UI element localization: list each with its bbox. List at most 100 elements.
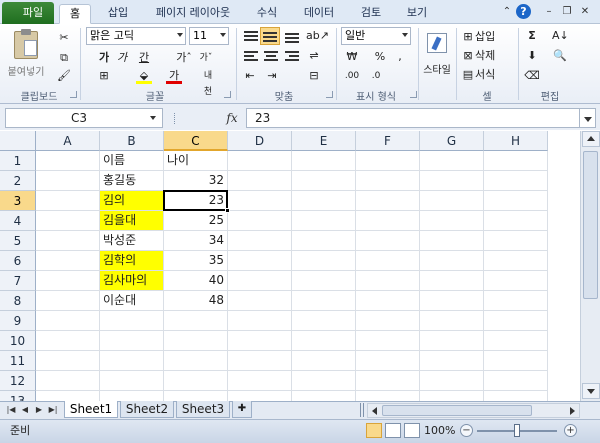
cell-a4[interactable] — [36, 211, 100, 231]
row-header-3[interactable]: 3 — [0, 191, 36, 211]
cell-a8[interactable] — [36, 291, 100, 311]
cell-d1[interactable] — [228, 151, 292, 171]
help-icon[interactable]: ? — [516, 4, 531, 19]
cut-icon[interactable]: ✂ — [56, 30, 72, 46]
cell-a9[interactable] — [36, 311, 100, 331]
cell-f10[interactable] — [356, 331, 420, 351]
cell-d3[interactable] — [228, 191, 292, 211]
cell-f4[interactable] — [356, 211, 420, 231]
underline-icon[interactable]: 간 — [136, 50, 152, 66]
clear-icon[interactable]: ⌫ — [524, 68, 540, 84]
paste-button[interactable]: 붙여넣기 — [6, 28, 46, 80]
horizontal-scrollbar[interactable] — [367, 403, 580, 418]
formula-bar-splitter[interactable] — [174, 113, 177, 124]
cell-b8[interactable]: 이순대 — [100, 291, 164, 311]
cell-e1[interactable] — [292, 151, 356, 171]
cell-c5[interactable]: 34 — [164, 231, 228, 251]
fill-color-icon[interactable]: ⬙ — [136, 68, 152, 84]
tab-data[interactable]: 데이터 — [294, 4, 344, 24]
cell-e2[interactable] — [292, 171, 356, 191]
tab-insert[interactable]: 삽입 — [98, 4, 138, 24]
prev-sheet-icon[interactable]: ◀ — [20, 404, 30, 416]
cell-a5[interactable] — [36, 231, 100, 251]
cell-a13[interactable] — [36, 391, 100, 401]
column-header-d[interactable]: D — [228, 131, 292, 151]
alignment-launcher-icon[interactable] — [326, 91, 333, 98]
cell-d12[interactable] — [228, 371, 292, 391]
row-header-9[interactable]: 9 — [0, 311, 36, 331]
cell-h10[interactable] — [484, 331, 548, 351]
align-top-icon[interactable] — [242, 30, 260, 44]
phonetic-icon[interactable]: 내천 — [200, 68, 216, 97]
cell-h6[interactable] — [484, 251, 548, 271]
cell-d6[interactable] — [228, 251, 292, 271]
cell-e13[interactable] — [292, 391, 356, 401]
cell-f5[interactable] — [356, 231, 420, 251]
cell-d7[interactable] — [228, 271, 292, 291]
cell-h13[interactable] — [484, 391, 548, 401]
h-scroll-thumb[interactable] — [382, 405, 532, 416]
cell-h11[interactable] — [484, 351, 548, 371]
cell-h2[interactable] — [484, 171, 548, 191]
wrap-text-icon[interactable]: ⇌ — [306, 48, 322, 64]
cell-g7[interactable] — [420, 271, 484, 291]
comma-style-icon[interactable]: , — [392, 49, 408, 65]
restore-icon[interactable]: ❐ — [560, 5, 574, 19]
cell-g6[interactable] — [420, 251, 484, 271]
vertical-scrollbar[interactable] — [580, 131, 600, 401]
zoom-slider-thumb[interactable] — [514, 424, 520, 437]
cell-b3[interactable]: 김의 — [100, 191, 164, 211]
cell-f1[interactable] — [356, 151, 420, 171]
cell-d2[interactable] — [228, 171, 292, 191]
select-all-button[interactable] — [0, 131, 36, 151]
cell-g2[interactable] — [420, 171, 484, 191]
insert-function-button[interactable]: fx — [222, 108, 242, 128]
cell-e7[interactable] — [292, 271, 356, 291]
cell-a2[interactable] — [36, 171, 100, 191]
cell-e6[interactable] — [292, 251, 356, 271]
cell-b10[interactable] — [100, 331, 164, 351]
cell-b7[interactable]: 김사마의 — [100, 271, 164, 291]
shrink-font-icon[interactable]: 가ˇ — [198, 50, 214, 66]
font-size-select[interactable]: 11 — [189, 27, 229, 45]
cell-c8[interactable]: 48 — [164, 291, 228, 311]
borders-icon[interactable]: ⊞ — [96, 68, 112, 84]
cell-a12[interactable] — [36, 371, 100, 391]
cell-c9[interactable] — [164, 311, 228, 331]
cell-e12[interactable] — [292, 371, 356, 391]
cell-h4[interactable] — [484, 211, 548, 231]
column-header-h[interactable]: H — [484, 131, 548, 151]
cell-a1[interactable] — [36, 151, 100, 171]
increase-decimal-icon[interactable]: .00 — [344, 68, 360, 84]
cell-c1[interactable]: 나이 — [164, 151, 228, 171]
cell-c12[interactable] — [164, 371, 228, 391]
cell-b13[interactable] — [100, 391, 164, 401]
cell-h8[interactable] — [484, 291, 548, 311]
row-header-1[interactable]: 1 — [0, 151, 36, 171]
cell-c7[interactable]: 40 — [164, 271, 228, 291]
zoom-out-button[interactable]: − — [460, 424, 473, 437]
cell-h12[interactable] — [484, 371, 548, 391]
insert-sheet-icon[interactable]: ✚ — [232, 401, 252, 418]
row-header-5[interactable]: 5 — [0, 231, 36, 251]
number-launcher-icon[interactable] — [410, 91, 417, 98]
sheet-tab-sheet1[interactable]: Sheet1 — [64, 401, 118, 418]
cell-c11[interactable] — [164, 351, 228, 371]
cell-e9[interactable] — [292, 311, 356, 331]
cell-g11[interactable] — [420, 351, 484, 371]
cell-g8[interactable] — [420, 291, 484, 311]
cell-c13[interactable] — [164, 391, 228, 401]
decrease-decimal-icon[interactable]: .0 — [368, 68, 384, 84]
cell-h1[interactable] — [484, 151, 548, 171]
cell-f6[interactable] — [356, 251, 420, 271]
cell-g5[interactable] — [420, 231, 484, 251]
arrow-right-icon[interactable] — [570, 407, 575, 415]
autosum-icon[interactable]: Σ — [524, 28, 540, 44]
cell-d9[interactable] — [228, 311, 292, 331]
cell-g9[interactable] — [420, 311, 484, 331]
cell-f3[interactable] — [356, 191, 420, 211]
cell-d4[interactable] — [228, 211, 292, 231]
sort-filter-icon[interactable]: A↓ — [552, 28, 569, 44]
minimize-icon[interactable]: – — [542, 5, 556, 19]
tab-page-layout[interactable]: 페이지 레이아웃 — [146, 4, 240, 24]
